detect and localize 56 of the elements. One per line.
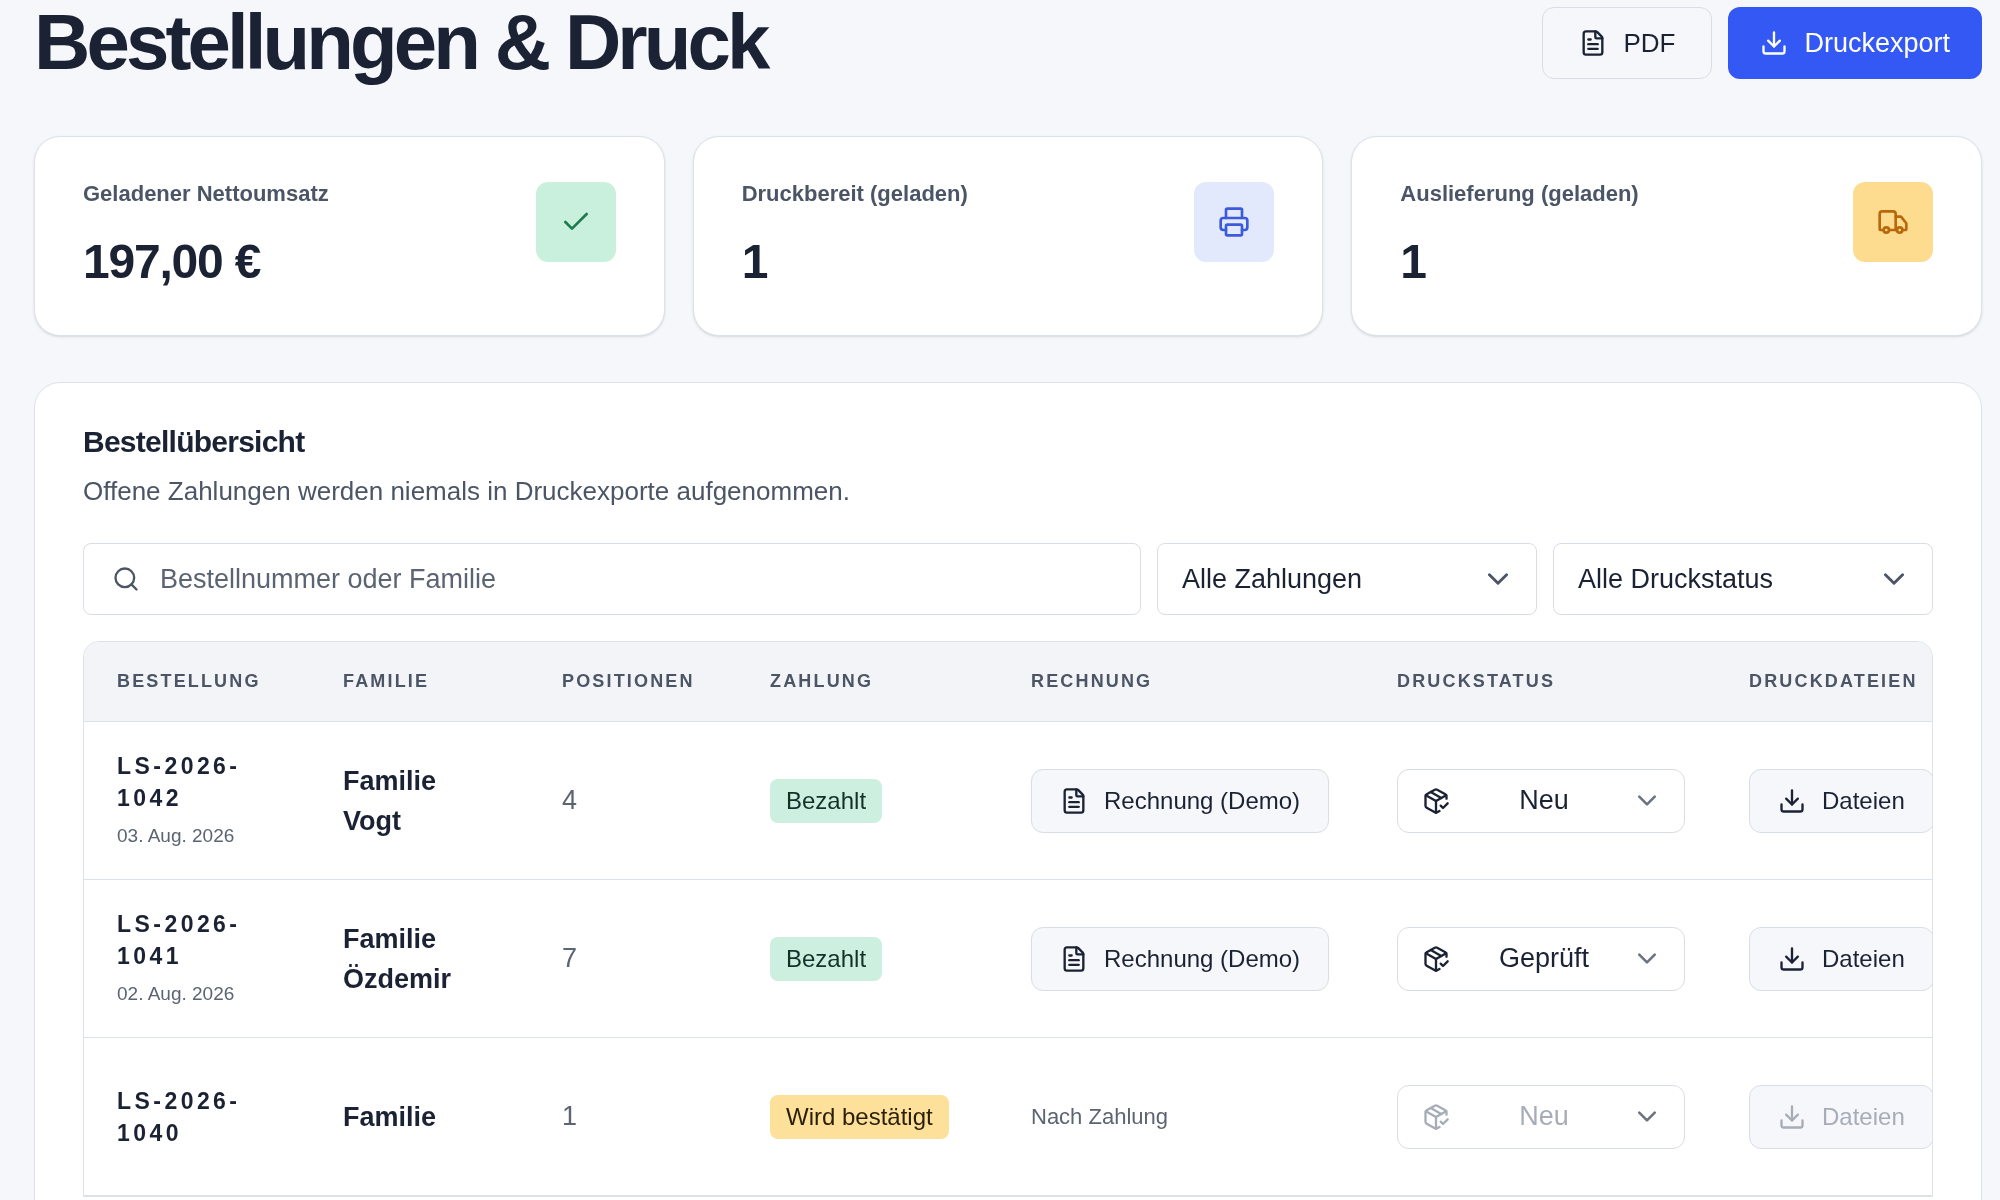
print-status-dropdown[interactable]: Neu — [1397, 768, 1685, 833]
payment-status: Wird bestätigt — [770, 1094, 949, 1139]
chevron-icon — [1884, 573, 1904, 585]
family-name: Familie Vogt — [343, 764, 438, 838]
chevron-icon — [1638, 1111, 1656, 1122]
column-header: FAMILIE — [343, 671, 430, 691]
package-icon — [1422, 786, 1450, 815]
invoice-note: Nach Zahlung — [1031, 1104, 1168, 1129]
payment-status: Bezahlt — [770, 778, 883, 823]
column-header: POSITIONEN — [562, 671, 695, 691]
package-icon — [1422, 1102, 1450, 1131]
print-status-dropdown[interactable]: Geprüft — [1397, 926, 1685, 991]
column-header: DRUCKSTATUS — [1397, 671, 1556, 691]
invoice-button[interactable]: Rechnung (Demo) — [1031, 926, 1330, 991]
stat-value: 1 — [741, 234, 769, 290]
export-button[interactable]: Druckexport — [1728, 7, 1982, 79]
stat-label: Geladener Nettoumsatz — [83, 180, 329, 208]
invoice-button[interactable]: Rechnung (Demo) — [1031, 768, 1330, 833]
order-number: LS-2026- 1040 — [117, 1086, 242, 1148]
payment-status: Bezahlt — [770, 936, 883, 981]
chevron-icon — [1638, 795, 1656, 806]
stat-value: 1 — [1400, 234, 1427, 290]
download-icon — [1778, 786, 1806, 815]
download-icon — [1760, 29, 1789, 57]
package-icon — [1422, 944, 1450, 973]
order-date: 03. Aug. 2026 — [117, 824, 236, 849]
search-field[interactable]: Bestellnummer oder Familie — [83, 543, 1141, 615]
printer-icon — [1218, 206, 1251, 238]
section-title: Bestellübersicht — [83, 424, 306, 460]
section-subtitle: Offene Zahlungen werden niemals in Druckexporte aufgenommen. — [83, 475, 851, 508]
files-button[interactable]: Dateien — [1749, 926, 1932, 991]
positions-count: 4 — [562, 785, 578, 816]
files-button[interactable]: Dateien — [1749, 768, 1932, 833]
column-header: RECHNUNG — [1031, 671, 1153, 691]
column-header: ZAHLUNG — [770, 671, 874, 691]
column-header: DRUCKDATEIEN — [1749, 671, 1918, 691]
family-name: Familie Özdemir — [343, 922, 453, 996]
chevron-icon — [1638, 953, 1656, 964]
search-input[interactable]: Bestellnummer oder Familie — [160, 558, 1112, 600]
download-icon — [1778, 944, 1806, 973]
stat-label: Druckbereit (geladen) — [741, 180, 968, 208]
pdf-button[interactable]: PDF — [1542, 7, 1713, 79]
order-number: LS-2026- 1042 — [117, 752, 242, 814]
positions-count: 7 — [562, 943, 578, 974]
chevron-icon — [1488, 573, 1508, 585]
stat-value: 197,00 € — [83, 234, 262, 290]
filter-dropdown[interactable]: Alle Zahlungen — [1157, 543, 1537, 615]
filter-dropdown[interactable]: Alle Druckstatus — [1553, 543, 1933, 615]
family-name: Familie — [343, 1100, 438, 1134]
column-header: BESTELLUNG — [117, 671, 261, 691]
stat-label: Auslieferung (geladen) — [1400, 180, 1639, 208]
positions-count: 1 — [562, 1101, 578, 1132]
download-icon — [1778, 1102, 1806, 1131]
order-number: LS-2026- 1041 — [117, 910, 242, 972]
order-date: 02. Aug. 2026 — [117, 982, 236, 1007]
search-icon — [112, 565, 140, 593]
